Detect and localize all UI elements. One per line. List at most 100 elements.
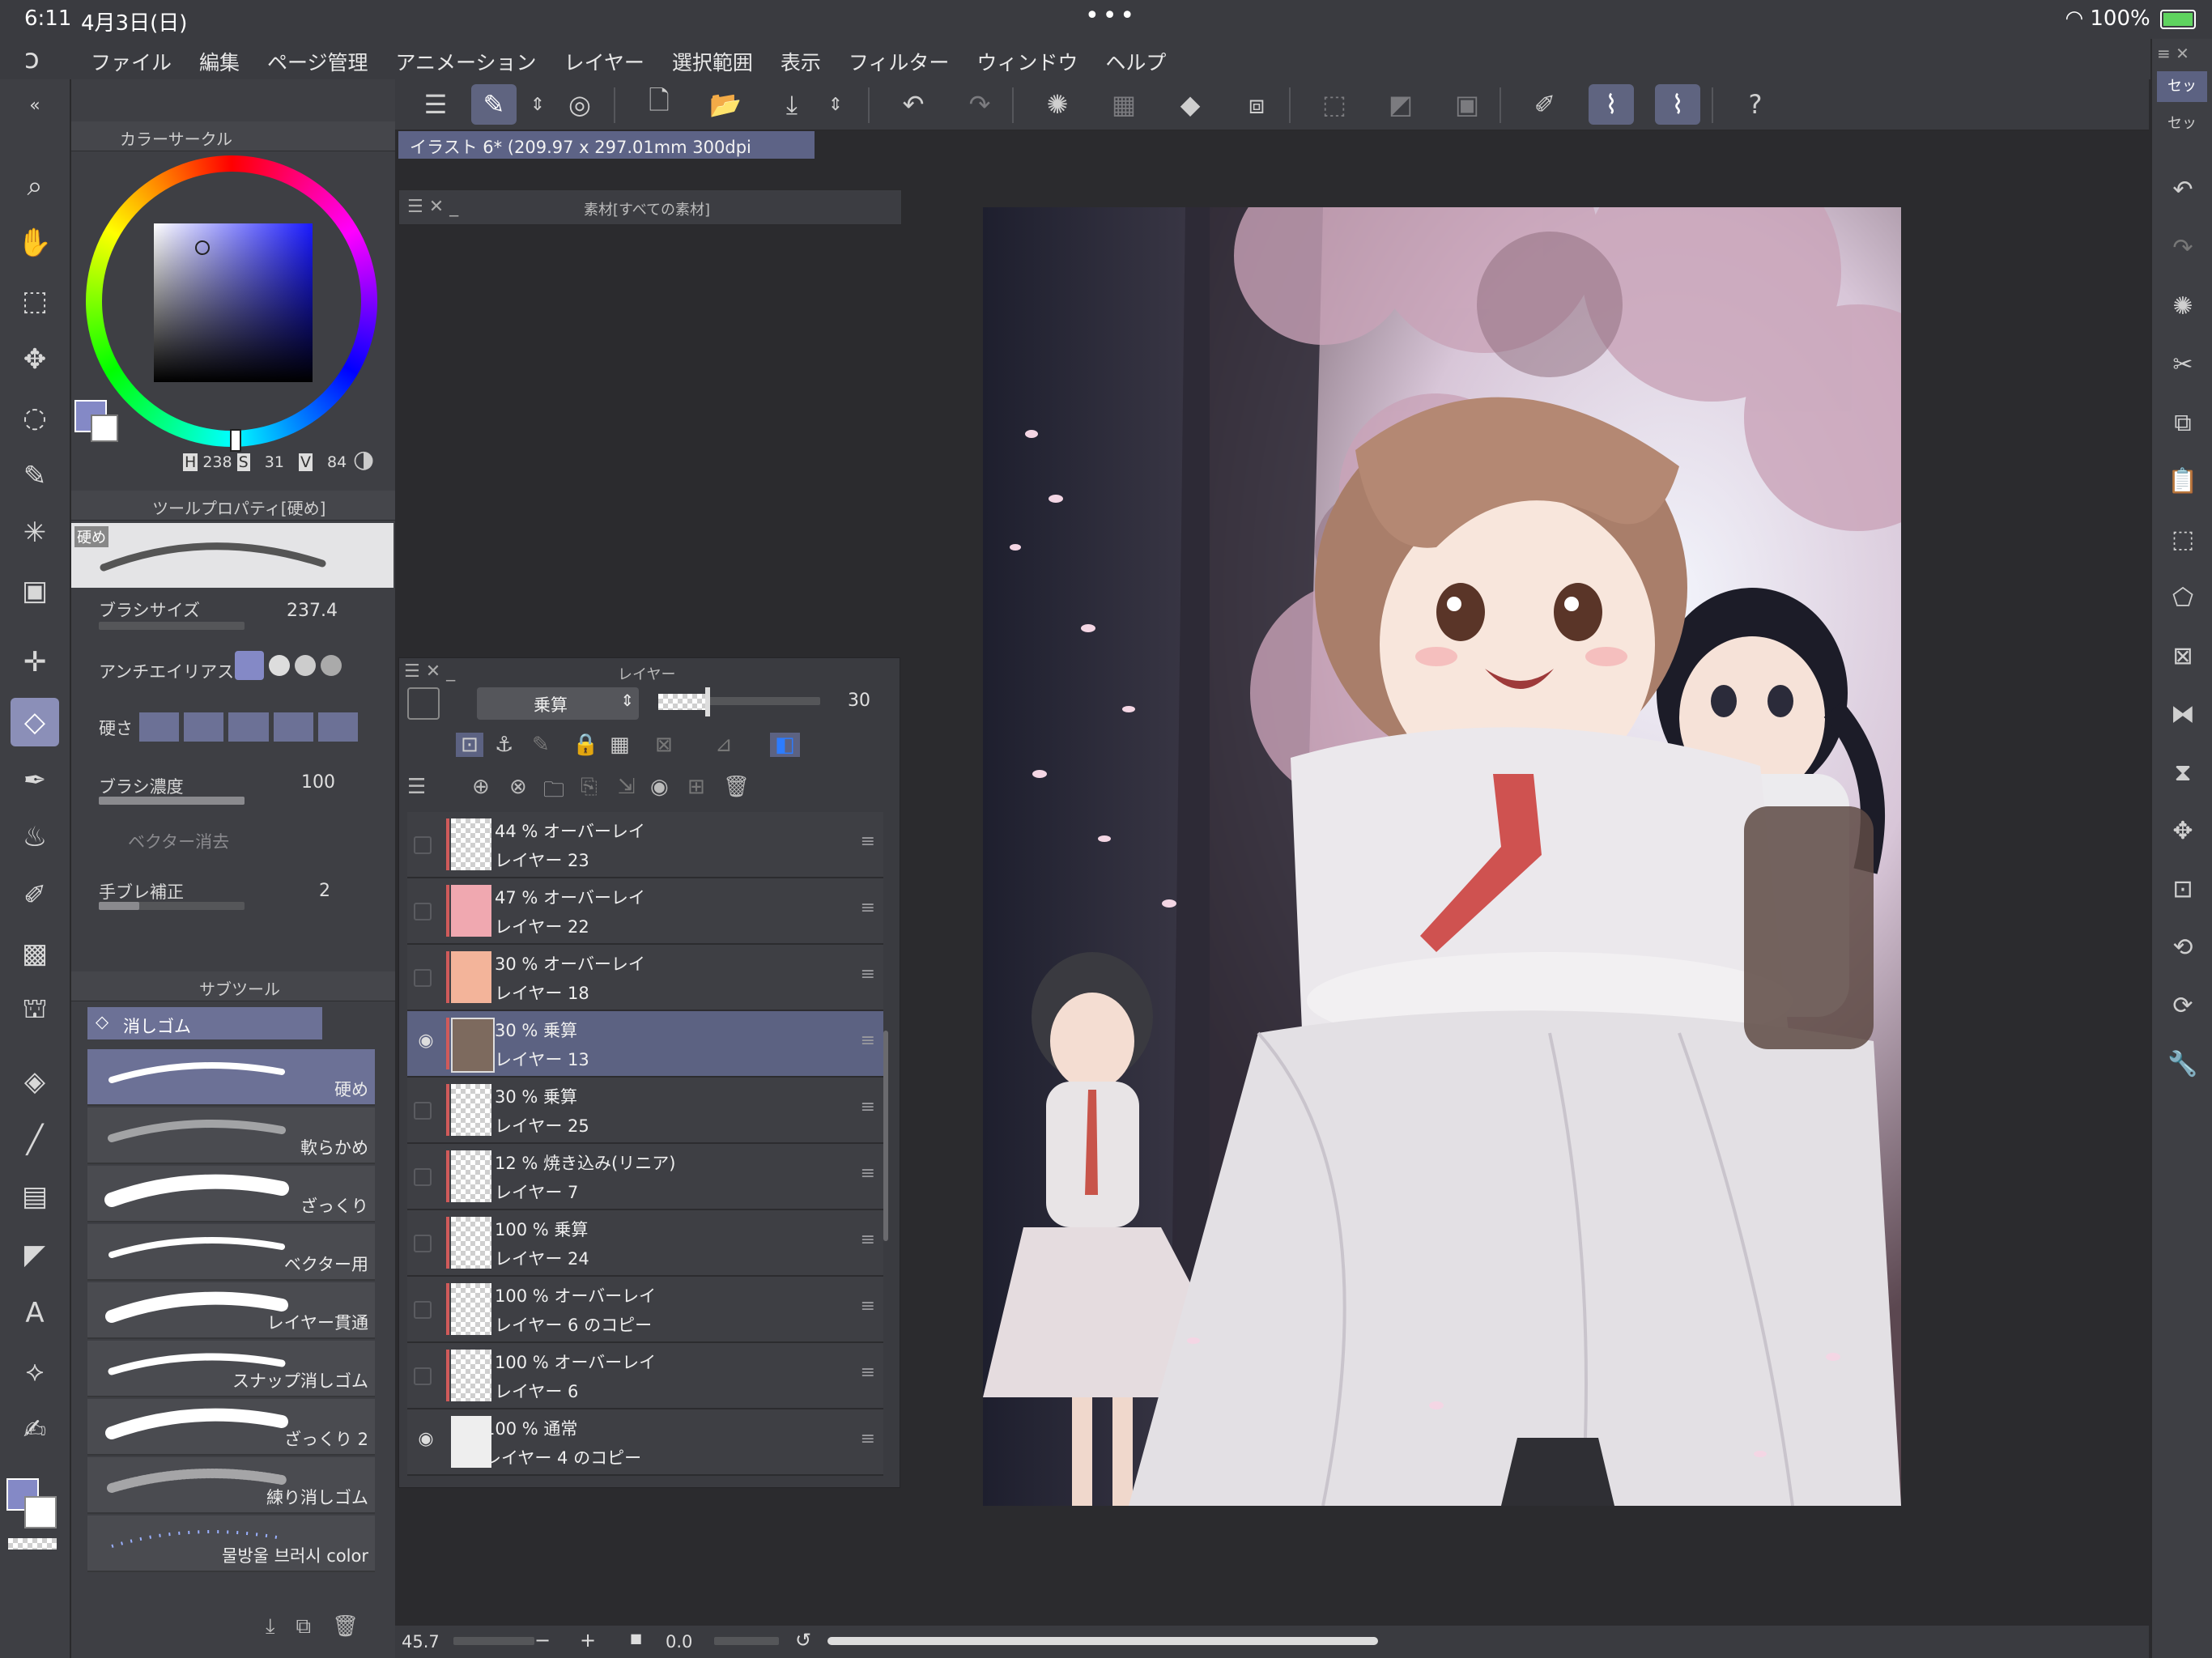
transform-icon[interactable]: ⧈ (1234, 84, 1279, 125)
layer-color-toggle[interactable] (407, 687, 440, 720)
mask-icon[interactable]: ◉ (650, 775, 669, 799)
eye-icon[interactable]: ◉ (414, 1031, 438, 1051)
layer-handle-icon[interactable]: ≡ (861, 1363, 875, 1383)
layer-scrollbar[interactable] (883, 1031, 888, 1241)
invert-selection-icon[interactable]: ◩ (1378, 84, 1423, 125)
line-tool-icon[interactable]: ╱ (11, 1116, 59, 1164)
flip-horizontal-icon[interactable]: ⧓ (2162, 693, 2204, 735)
edit-mode-icon[interactable]: ✎ (471, 84, 517, 125)
draft-layer-icon[interactable]: ✎ (532, 733, 550, 757)
layer-handle-icon[interactable]: ≡ (861, 898, 875, 918)
deselect-icon[interactable]: ⬚ (1312, 84, 1357, 125)
delete-layer-icon[interactable]: 🗑 (723, 775, 750, 799)
hardness-3[interactable] (228, 712, 269, 742)
opacity-slider-handle[interactable] (705, 687, 710, 716)
transform-tool-icon[interactable]: ✛ (11, 638, 59, 687)
menu-selection[interactable]: 選択範囲 (672, 47, 753, 76)
sub-color-swatch[interactable] (24, 1496, 57, 1528)
visibility-toggle[interactable] (414, 1367, 432, 1385)
flip-vertical-icon[interactable]: ⧗ (2162, 751, 2204, 793)
collapse-icon[interactable]: « (11, 81, 59, 130)
saturation-value-square[interactable] (154, 223, 313, 382)
brush-mode-icon[interactable]: ⌇ (1589, 84, 1634, 125)
visibility-toggle[interactable] (414, 1301, 432, 1319)
pen-tool-icon[interactable]: ✒ (11, 756, 59, 805)
zoom-tool-icon[interactable]: ⌕ (11, 162, 59, 210)
loading-icon[interactable]: ✺ (1035, 84, 1080, 125)
zoom-in-icon[interactable]: + (580, 1629, 596, 1652)
layer-handle-icon[interactable]: ≡ (861, 1230, 875, 1250)
menu-view[interactable]: 表示 (781, 47, 821, 76)
color-mode-icon[interactable]: ◑ (353, 445, 374, 474)
subtool-item[interactable]: 軟らかめ (87, 1107, 375, 1164)
canvas-size-icon[interactable]: ⊡ (2162, 868, 2204, 910)
hardness-5[interactable] (317, 712, 359, 742)
visibility-toggle[interactable] (414, 1168, 432, 1186)
layer-handle-icon[interactable]: ≡ (861, 831, 875, 852)
fill-icon[interactable]: ◆ (1168, 84, 1213, 125)
eraser-mode-icon[interactable]: ⌇ (1655, 84, 1700, 125)
layer-row-selected[interactable]: ◉✎ 30 % 乗算 レイヤー 13 ≡ (407, 1011, 883, 1078)
layer-props-icon[interactable]: ☰ (407, 775, 426, 799)
paste-icon[interactable]: 📋 (2162, 460, 2204, 502)
balloon-tool-icon[interactable]: ⟡ (11, 1347, 59, 1396)
subtool-item[interactable]: 練り消しゴム (87, 1457, 375, 1514)
menu-page[interactable]: ページ管理 (267, 47, 368, 76)
help-icon[interactable]: ? (1733, 84, 1778, 125)
save-options-icon[interactable]: ⇕ (813, 84, 858, 125)
object-tool-icon[interactable]: ⬚ (11, 277, 59, 325)
frame-tool-icon[interactable]: ▤ (11, 1172, 59, 1221)
subtool-import-icon[interactable]: ⤓ (266, 1614, 275, 1639)
layer-handle-icon[interactable]: ≡ (861, 964, 875, 984)
menu-file[interactable]: ファイル (91, 47, 172, 76)
canvas-tab[interactable]: イラスト 6* (209.97 x 297.01mm 300dpi 45.7%) (398, 131, 815, 178)
menu-edit[interactable]: 編集 (199, 47, 240, 76)
antialias-strong[interactable] (321, 655, 342, 676)
color-picker-handle[interactable] (195, 240, 210, 255)
zoom-out-icon[interactable]: − (534, 1629, 551, 1652)
density-value[interactable]: 100 (301, 772, 335, 793)
layer-row[interactable]: ◉ 100 % 通常 レイヤー 4 のコピー ≡ (407, 1409, 883, 1476)
right-tab-2[interactable]: セッ (2157, 108, 2207, 139)
clear-icon[interactable]: ✺ (2162, 285, 2204, 327)
artwork-canvas[interactable] (983, 207, 1901, 1506)
layer-handle-icon[interactable]: ≡ (861, 1296, 875, 1316)
layer-row[interactable]: 44 % オーバーレイ レイヤー 23 ≡ (407, 812, 883, 878)
subtool-item[interactable]: ざっくり (87, 1166, 375, 1222)
layer-row[interactable]: 100 % オーバーレイ レイヤー 6 のコピー ≡ (407, 1277, 883, 1343)
merge-icon[interactable]: ⇲ (618, 775, 636, 799)
reset-rotation-icon[interactable]: ↺ (795, 1629, 811, 1652)
subtool-item[interactable]: 물방울 브러시 color (87, 1516, 375, 1572)
color-panel-sub-swatch[interactable] (91, 414, 118, 442)
new-folder-icon[interactable]: 🗀 (543, 775, 564, 810)
layer-row[interactable]: 47 % オーバーレイ レイヤー 22 ≡ (407, 878, 883, 945)
subtool-item[interactable]: ベクター用 (87, 1224, 375, 1281)
hardness-4[interactable] (273, 712, 313, 742)
move-icon[interactable]: ✥ (2162, 810, 2204, 852)
layer-handle-icon[interactable]: ≡ (861, 1429, 875, 1449)
eraser-tool-icon[interactable]: ◇ (11, 698, 59, 746)
undo-icon[interactable]: ↶ (2162, 168, 2204, 210)
text-tool-icon[interactable]: A (11, 1289, 59, 1337)
mask-enable-icon[interactable]: ⊠ (655, 733, 673, 757)
subtool-item[interactable]: スナップ消しゴム (87, 1341, 375, 1397)
lock-icon[interactable]: 🔒 (572, 733, 598, 757)
visibility-toggle[interactable] (414, 903, 432, 920)
free-transform-icon[interactable]: ⬠ (2162, 576, 2204, 619)
redo-icon[interactable]: ↷ (2162, 227, 2204, 269)
open-file-icon[interactable]: 📂 (703, 84, 748, 125)
settings-spiral-icon[interactable]: ◎ (557, 84, 602, 125)
subtool-item[interactable]: レイヤー貫通 (87, 1282, 375, 1339)
menu-animation[interactable]: アニメーション (396, 47, 537, 76)
layer-row[interactable]: 100 % 乗算 レイヤー 24 ≡ (407, 1210, 883, 1277)
mode-switch-icon[interactable]: ⇕ (515, 84, 560, 125)
antialias-medium[interactable] (295, 655, 316, 676)
lasso-tool-icon[interactable]: ◌ (11, 393, 59, 442)
layer-handle-icon[interactable]: ≡ (861, 1163, 875, 1184)
right-collapse-icon[interactable]: ≡ ✕ (2157, 44, 2189, 63)
visibility-toggle[interactable] (414, 836, 432, 854)
rotation-slider[interactable] (714, 1637, 779, 1645)
new-vector-layer-icon[interactable]: ⊗ (509, 775, 527, 799)
zoom-slider[interactable] (453, 1637, 534, 1645)
rotate-right-icon[interactable]: ⟳ (2162, 984, 2204, 1027)
